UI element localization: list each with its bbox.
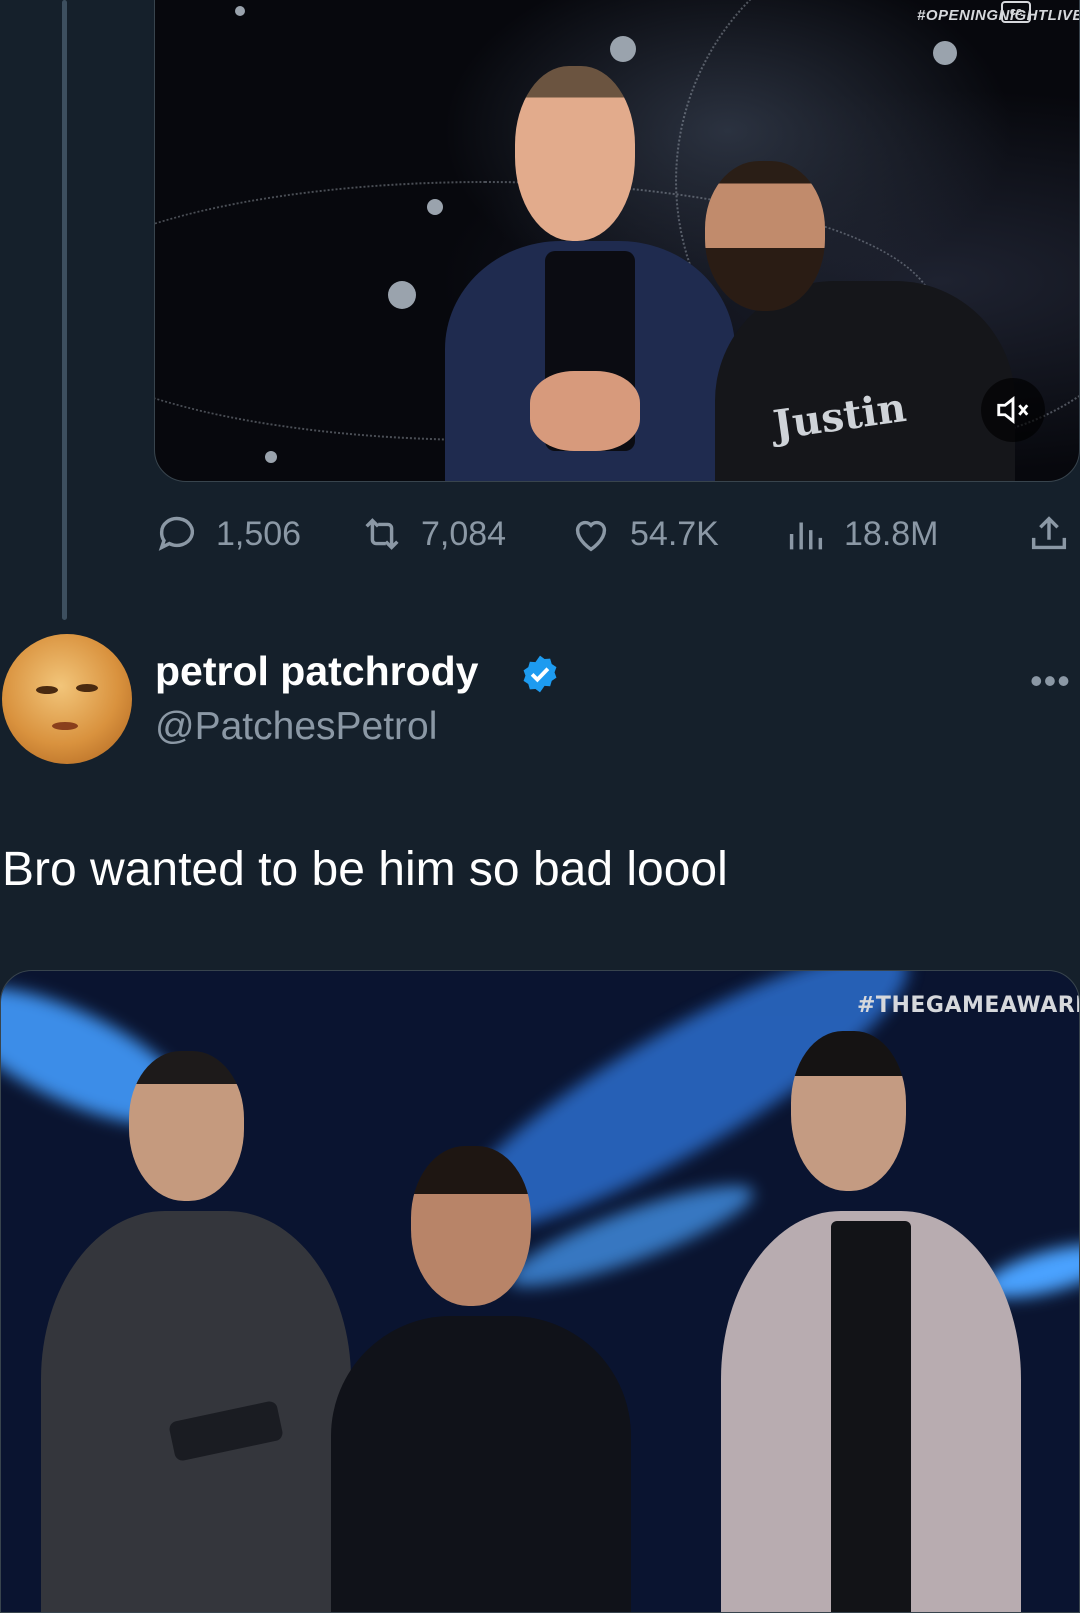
avatar-mouth <box>52 722 78 730</box>
retweet-icon <box>365 518 399 550</box>
thread-connector-line <box>62 0 67 620</box>
views-count: 18.8M <box>844 514 939 553</box>
tweet-text: Bro wanted to be him so bad loool <box>2 843 728 896</box>
retweet-button[interactable]: 7,084 <box>359 506 506 562</box>
left-presenter-suit <box>41 1211 351 1612</box>
intruder-head <box>705 161 825 311</box>
retweet-count: 7,084 <box>421 514 507 553</box>
tweet-action-bar: 1,506 7,084 54.7K 18.8M <box>154 506 1080 562</box>
left-presenter-head <box>129 1051 244 1201</box>
quoted-video-media[interactable]: Justin #OPENINGNIGHTLIVE cc <box>154 0 1080 482</box>
views-button[interactable]: 18.8M <box>782 506 939 562</box>
speaker-muted-icon <box>997 395 1029 425</box>
stage-light <box>933 41 957 65</box>
like-count: 54.7K <box>630 514 719 553</box>
reply-count: 1,506 <box>216 514 302 553</box>
middle-speaker-head <box>411 1146 531 1306</box>
right-presenter-head <box>791 1031 906 1191</box>
like-button[interactable]: 54.7K <box>568 506 719 562</box>
avatar[interactable] <box>2 634 132 764</box>
stage-light <box>235 6 245 16</box>
bar-chart-icon <box>789 522 823 550</box>
avatar-right-eye <box>76 684 98 692</box>
tweet-image-media[interactable]: #THEGAMEAWARDS <box>0 970 1080 1613</box>
stage-light <box>265 451 277 463</box>
stage-light <box>427 199 443 215</box>
share-upload-icon <box>1031 516 1067 550</box>
heart-icon <box>575 520 607 552</box>
avatar-left-eye <box>36 686 58 694</box>
reply-bubble-icon <box>158 516 195 551</box>
reply-button[interactable]: 1,506 <box>154 506 301 562</box>
display-name[interactable]: petrol patchrody <box>155 648 478 695</box>
image-watermark: #THEGAMEAWARDS <box>857 993 1079 1018</box>
stage-light <box>388 281 416 309</box>
mute-toggle-button[interactable] <box>981 378 1045 442</box>
stage-light <box>610 36 636 62</box>
share-button[interactable] <box>1026 506 1080 562</box>
host-head <box>515 66 635 241</box>
closed-caption-icon[interactable]: cc <box>1001 1 1031 23</box>
intruder-hoodie <box>715 281 1015 481</box>
host-hands <box>530 371 640 451</box>
middle-speaker-shirt <box>331 1316 631 1612</box>
video-watermark: #OPENINGNIGHTLIVE <box>917 7 1080 24</box>
right-presenter-shirt <box>831 1221 911 1612</box>
verified-badge-icon <box>523 655 557 693</box>
user-handle[interactable]: @PatchesPetrol <box>155 705 437 749</box>
more-options-button[interactable]: ••• <box>1030 660 1071 702</box>
